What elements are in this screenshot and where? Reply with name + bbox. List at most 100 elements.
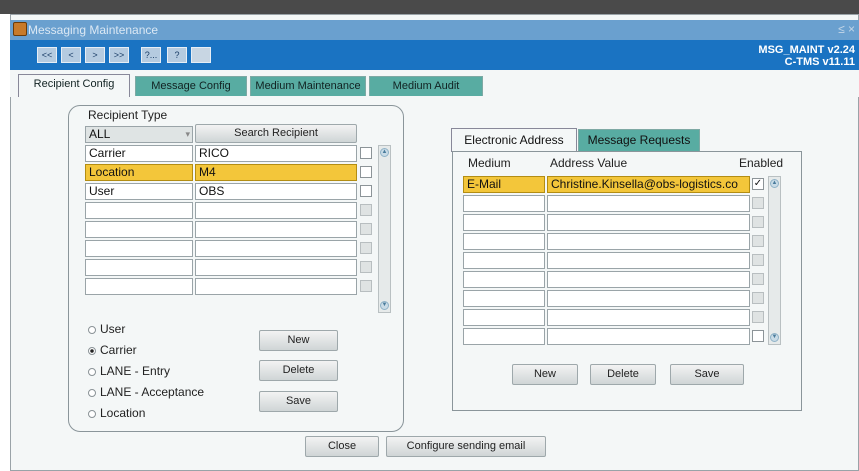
recipient-save-button[interactable]: Save xyxy=(259,391,338,412)
enabled-checkbox[interactable] xyxy=(752,330,764,342)
recipient-value-cell[interactable] xyxy=(195,278,357,295)
address-value-cell[interactable] xyxy=(547,309,750,326)
address-save-button[interactable]: Save xyxy=(670,364,744,385)
recipient-checkbox[interactable] xyxy=(360,280,372,292)
medium-cell[interactable] xyxy=(463,195,545,212)
recipient-new-button[interactable]: New xyxy=(259,330,338,351)
radio-lane-acceptance[interactable]: LANE - Acceptance xyxy=(88,385,204,399)
radio-circle-icon xyxy=(88,409,96,418)
column-header-enabled: Enabled xyxy=(739,156,784,170)
disabled-tool-button[interactable] xyxy=(191,47,211,63)
recipient-type-cell[interactable] xyxy=(85,278,193,295)
scroll-up-icon[interactable]: ▲ xyxy=(770,179,779,188)
enabled-checkbox[interactable] xyxy=(752,254,764,266)
search-recipient-button[interactable]: Search Recipient xyxy=(195,124,357,143)
module-version: MSG_MAINT v2.24 xyxy=(758,44,855,56)
address-scrollbar[interactable]: ▲ ▼ xyxy=(768,176,781,345)
recipient-value-cell[interactable] xyxy=(195,202,357,219)
tab-message-requests[interactable]: Message Requests xyxy=(578,129,700,151)
medium-cell[interactable] xyxy=(463,328,545,345)
recipient-checkbox[interactable] xyxy=(360,147,372,159)
recipient-type-label: Recipient Type xyxy=(88,108,168,122)
recipient-value-cell[interactable]: RICO xyxy=(195,145,357,162)
list-values-button[interactable]: ?... xyxy=(141,47,161,63)
tab-electronic-address[interactable]: Electronic Address xyxy=(451,128,577,152)
address-new-button[interactable]: New xyxy=(512,364,578,385)
close-button[interactable]: Close xyxy=(305,436,379,457)
recipient-type-cell[interactable] xyxy=(85,221,193,238)
address-value-cell[interactable]: Christine.Kinsella@obs-logistics.co xyxy=(547,176,750,193)
recipient-type-cell[interactable]: Carrier xyxy=(85,145,193,162)
recipient-type-cell[interactable]: Location xyxy=(85,164,193,181)
address-value-cell[interactable] xyxy=(547,214,750,231)
recipient-delete-button[interactable]: Delete xyxy=(259,360,338,381)
tab-medium-audit[interactable]: Medium Audit xyxy=(369,76,483,96)
radio-label: Carrier xyxy=(100,343,137,357)
medium-cell[interactable] xyxy=(463,214,545,231)
window-title: Messaging Maintenance xyxy=(28,23,159,37)
recipient-scrollbar[interactable]: ▲ ▼ xyxy=(378,145,391,313)
recipient-value-cell[interactable]: M4 xyxy=(195,164,357,181)
enabled-checkbox[interactable] xyxy=(752,235,764,247)
tab-medium-maintenance[interactable]: Medium Maintenance xyxy=(250,76,366,96)
toolbar: << < > >> ?... ? MSG_MAINT v2.24 C-TMS v… xyxy=(10,40,859,70)
scroll-down-icon[interactable]: ▼ xyxy=(380,301,389,310)
radio-carrier[interactable]: Carrier xyxy=(88,343,137,357)
recipient-type-select[interactable]: ALL ▾ xyxy=(85,126,193,143)
enabled-checkbox[interactable] xyxy=(752,197,764,209)
address-value-cell[interactable] xyxy=(547,328,750,345)
recipient-checkbox[interactable] xyxy=(360,204,372,216)
recipient-type-cell[interactable] xyxy=(85,202,193,219)
last-record-button[interactable]: >> xyxy=(109,47,129,63)
recipient-checkbox[interactable] xyxy=(360,223,372,235)
recipient-type-cell[interactable] xyxy=(85,259,193,276)
next-record-button[interactable]: > xyxy=(85,47,105,63)
window-controls[interactable]: ≤ × xyxy=(838,22,855,36)
scroll-down-icon[interactable]: ▼ xyxy=(770,333,779,342)
enabled-checkbox[interactable] xyxy=(752,216,764,228)
medium-cell[interactable] xyxy=(463,233,545,250)
address-value-cell[interactable] xyxy=(547,233,750,250)
first-record-button[interactable]: << xyxy=(37,47,57,63)
configure-sending-email-button[interactable]: Configure sending email xyxy=(386,436,546,457)
recipient-value-cell[interactable] xyxy=(195,259,357,276)
recipient-type-cell[interactable]: User xyxy=(85,183,193,200)
medium-cell[interactable]: E-Mail xyxy=(463,176,545,193)
radio-label: User xyxy=(100,322,126,336)
enabled-checkbox[interactable] xyxy=(752,292,764,304)
enabled-checkbox[interactable] xyxy=(752,273,764,285)
recipient-type-cell[interactable] xyxy=(85,240,193,257)
address-value-cell[interactable] xyxy=(547,290,750,307)
help-button[interactable]: ? xyxy=(167,47,187,63)
address-value-cell[interactable] xyxy=(547,252,750,269)
radio-lane-entry[interactable]: LANE - Entry xyxy=(88,364,170,378)
column-header-medium: Medium xyxy=(468,156,511,170)
screen-top-bar xyxy=(0,0,859,14)
address-delete-button[interactable]: Delete xyxy=(590,364,656,385)
previous-record-button[interactable]: < xyxy=(61,47,81,63)
enabled-checkbox[interactable] xyxy=(752,311,764,323)
recipient-value-cell[interactable] xyxy=(195,240,357,257)
enabled-checkbox[interactable]: ✓ xyxy=(752,178,764,190)
tab-message-config[interactable]: Message Config xyxy=(135,76,247,96)
recipient-checkbox[interactable] xyxy=(360,242,372,254)
radio-user[interactable]: User xyxy=(88,322,125,336)
recipient-value-cell[interactable] xyxy=(195,221,357,238)
recipient-value-cell[interactable]: OBS xyxy=(195,183,357,200)
scroll-up-icon[interactable]: ▲ xyxy=(380,148,389,157)
medium-cell[interactable] xyxy=(463,290,545,307)
radio-label: LANE - Entry xyxy=(100,364,171,378)
medium-cell[interactable] xyxy=(463,252,545,269)
medium-cell[interactable] xyxy=(463,309,545,326)
address-value-cell[interactable] xyxy=(547,195,750,212)
medium-cell[interactable] xyxy=(463,271,545,288)
address-value-cell[interactable] xyxy=(547,271,750,288)
recipient-checkbox[interactable] xyxy=(360,166,372,178)
tab-recipient-config[interactable]: Recipient Config xyxy=(18,74,130,97)
recipient-checkbox[interactable] xyxy=(360,185,372,197)
recipient-checkbox[interactable] xyxy=(360,261,372,273)
app-id-label: MSG_MAINT v2.24 C-TMS v11.11 xyxy=(758,44,855,68)
title-bar: Messaging Maintenance ≤ × xyxy=(10,20,859,40)
radio-circle-icon xyxy=(88,388,96,397)
radio-location[interactable]: Location xyxy=(88,406,145,420)
